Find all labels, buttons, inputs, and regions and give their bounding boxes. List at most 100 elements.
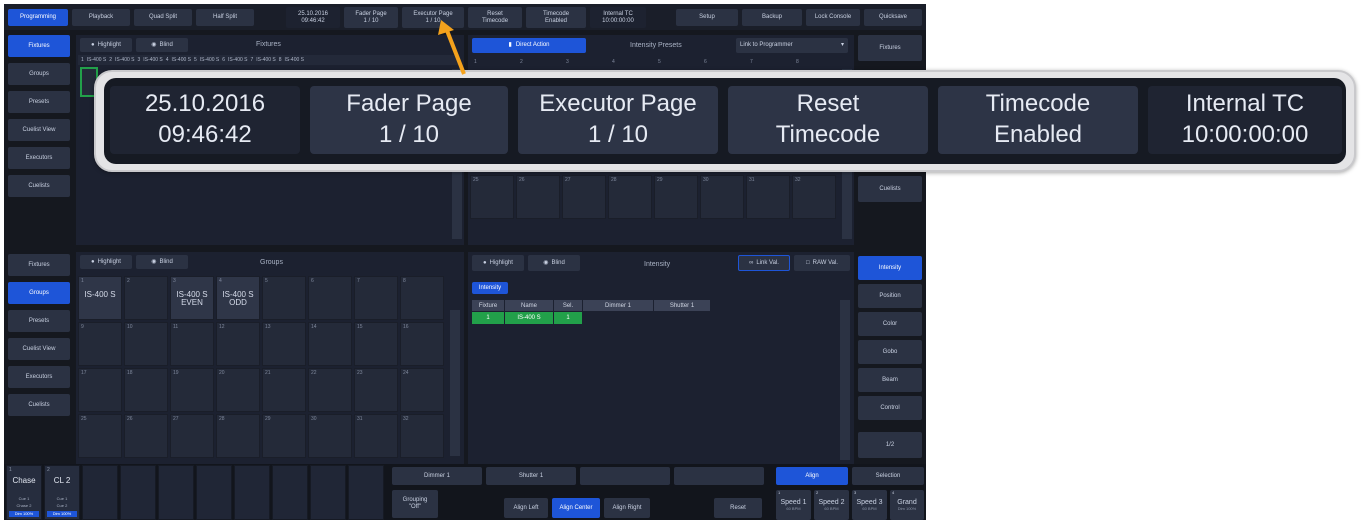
right-nav-fixtures[interactable]: Fixtures [858,35,922,61]
zoom-fader-page-button[interactable]: Fader Page 1 / 10 [310,86,508,154]
group-cell[interactable]: 30 [308,414,352,458]
intensity-highlight-button[interactable]: ● Highlight [472,255,524,271]
group-cell[interactable]: 31 [354,414,398,458]
setup-button[interactable]: Setup [676,9,738,26]
preset-cell[interactable]: 28 [608,175,652,219]
lock-console-button[interactable]: Lock Console [806,9,860,26]
quicksave-button[interactable]: Quicksave [864,9,922,26]
group-cell[interactable]: 28 [216,414,260,458]
right-nav-cuelists[interactable]: Cuelists [858,176,922,202]
grouping-button[interactable]: Grouping "Off" [392,490,438,518]
align-tab[interactable]: Align [776,467,848,485]
raw-val-button[interactable]: □ RAW Val. [794,255,850,271]
tab-quad-split[interactable]: Quad Split [134,9,192,26]
group-cell[interactable]: 1 IS-400 S [78,276,122,320]
feature-color[interactable]: Color [858,312,922,336]
group-cell[interactable]: 4 IS-400 S ODD [216,276,260,320]
executor-empty[interactable] [158,465,194,520]
dimmer-1-encoder[interactable]: Dimmer 1 [392,467,482,485]
preset-cell[interactable]: 32 [792,175,836,219]
preset-cell[interactable]: 26 [516,175,560,219]
link-val-button[interactable]: ∞ Link Val. [738,255,790,271]
preset-cell[interactable]: 31 [746,175,790,219]
tab-playback[interactable]: Playback [72,9,130,26]
group-cell[interactable]: 11 [170,322,214,366]
preset-cell[interactable]: 27 [562,175,606,219]
group-cell[interactable]: 24 [400,368,444,412]
nav-cuelist-view[interactable]: Cuelist View [8,119,70,141]
group-cell[interactable]: 32 [400,414,444,458]
nav-cuelists[interactable]: Cuelists [8,175,70,197]
executor-2[interactable]: 2 CL 2 Cue 1 Cue 2 Dim 100% [44,465,80,520]
nav-cuelist-view-lower[interactable]: Cuelist View [8,338,70,360]
nav-groups[interactable]: Groups [8,63,70,85]
group-cell[interactable]: 14 [308,322,352,366]
group-cell[interactable]: 6 [308,276,352,320]
speed-master-1[interactable]: 1 Speed 1 60 BPM [776,490,811,520]
preset-cell[interactable]: 25 [470,175,514,219]
col-header-dimmer[interactable]: Dimmer 1 [583,300,653,311]
feature-page[interactable]: 1/2 [858,432,922,458]
speed-master-2[interactable]: 2 Speed 2 60 BPM [814,490,849,520]
fader-page-button[interactable]: Fader Page 1 / 10 [344,7,398,28]
executor-empty[interactable] [310,465,346,520]
feature-intensity[interactable]: Intensity [858,256,922,280]
nav-presets[interactable]: Presets [8,91,70,113]
group-cell[interactable]: 2 [124,276,168,320]
intensity-blind-button[interactable]: ◉ Blind [528,255,580,271]
cell-name[interactable]: IS-400 S [505,312,553,324]
executor-empty[interactable] [196,465,232,520]
executor-empty[interactable] [120,465,156,520]
group-cell[interactable]: 15 [354,322,398,366]
feature-gobo[interactable]: Gobo [858,340,922,364]
intensity-tab[interactable]: Intensity [472,282,508,294]
nav-fixtures-lower[interactable]: Fixtures [8,254,70,276]
selection-tab[interactable]: Selection [852,467,924,485]
shutter-1-encoder[interactable]: Shutter 1 [486,467,576,485]
group-cell[interactable]: 23 [354,368,398,412]
speed-master-3[interactable]: 3 Speed 3 60 BPM [852,490,887,520]
nav-fixtures[interactable]: Fixtures [8,35,70,57]
group-cell[interactable]: 20 [216,368,260,412]
encoder-empty[interactable] [580,467,670,485]
group-cell[interactable]: 17 [78,368,122,412]
group-cell[interactable]: 25 [78,414,122,458]
cell-fixture[interactable]: 1 [472,312,504,324]
executor-empty[interactable] [82,465,118,520]
preset-cell[interactable]: 30 [700,175,744,219]
group-cell[interactable]: 7 [354,276,398,320]
executor-empty[interactable] [272,465,308,520]
tab-half-split[interactable]: Half Split [196,9,254,26]
intensity-scrollbar[interactable] [840,300,850,460]
group-cell[interactable]: 18 [124,368,168,412]
nav-groups-lower[interactable]: Groups [8,282,70,304]
backup-button[interactable]: Backup [742,9,802,26]
tab-programming[interactable]: Programming [8,9,68,26]
zoom-reset-timecode-button[interactable]: Reset Timecode [728,86,928,154]
groups-blind-button[interactable]: ◉ Blind [136,255,188,269]
blind-button[interactable]: ◉ Blind [136,38,188,52]
align-center-button[interactable]: Align Center [552,498,600,518]
align-right-button[interactable]: Align Right [604,498,650,518]
group-cell[interactable]: 19 [170,368,214,412]
preset-cell[interactable]: 29 [654,175,698,219]
feature-position[interactable]: Position [858,284,922,308]
link-to-programmer-dropdown[interactable]: Link to Programmer ▾ [736,38,848,53]
executor-empty[interactable] [348,465,384,520]
group-cell[interactable]: 27 [170,414,214,458]
zoom-timecode-enabled-button[interactable]: Timecode Enabled [938,86,1138,154]
align-left-button[interactable]: Align Left [504,498,548,518]
highlight-button[interactable]: ● Highlight [80,38,132,52]
direct-action-button[interactable]: ▮ Direct Action [472,38,586,53]
groups-highlight-button[interactable]: ● Highlight [80,255,132,269]
zoom-executor-page-button[interactable]: Executor Page 1 / 10 [518,86,718,154]
group-cell[interactable]: 5 [262,276,306,320]
group-cell[interactable]: 3 IS-400 S EVEN [170,276,214,320]
group-cell[interactable]: 29 [262,414,306,458]
reset-button[interactable]: Reset [714,498,762,518]
nav-cuelists-lower[interactable]: Cuelists [8,394,70,416]
nav-presets-lower[interactable]: Presets [8,310,70,332]
group-cell[interactable]: 9 [78,322,122,366]
col-header-fixture[interactable]: Fixture [472,300,504,311]
feature-beam[interactable]: Beam [858,368,922,392]
